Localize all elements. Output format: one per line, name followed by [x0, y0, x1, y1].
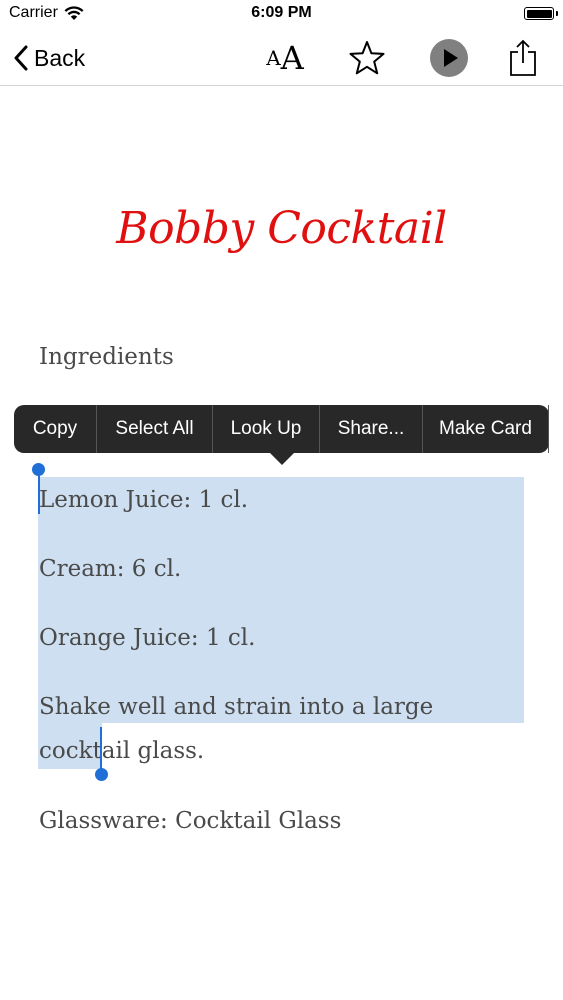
- chevron-left-icon: [14, 45, 28, 71]
- look-up-menu-item[interactable]: Look Up: [213, 405, 320, 453]
- share-button[interactable]: [503, 38, 543, 78]
- select-all-menu-item[interactable]: Select All: [97, 405, 213, 453]
- back-label: Back: [34, 44, 86, 71]
- battery-icon: [524, 7, 554, 20]
- ingredient-line[interactable]: Orange Juice: 1 cl.: [39, 616, 529, 660]
- star-icon: [349, 41, 385, 75]
- ingredient-line[interactable]: Lemon Juice: 1 cl.: [39, 478, 529, 522]
- status-bar: Carrier 6:09 PM: [0, 0, 563, 30]
- instructions-text[interactable]: Shake well and strain into a large cockt…: [39, 685, 529, 773]
- font-size-button[interactable]: A A: [259, 38, 311, 78]
- make-card-menu-item[interactable]: Make Card: [423, 405, 549, 453]
- recipe-title: Bobby Cocktail: [116, 203, 447, 254]
- font-size-large-icon: A: [280, 39, 304, 77]
- back-button[interactable]: Back: [14, 40, 85, 76]
- share-icon: [510, 39, 536, 76]
- font-size-small-icon: A: [266, 46, 281, 70]
- play-button[interactable]: [428, 38, 470, 78]
- status-time: 6:09 PM: [251, 4, 312, 21]
- favorite-button[interactable]: [346, 38, 388, 78]
- play-icon: [430, 39, 468, 77]
- ingredients-heading: Ingredients: [39, 344, 174, 370]
- selection-start-caret: [38, 470, 40, 514]
- glassware-text[interactable]: Glassware: Cocktail Glass: [39, 799, 529, 843]
- edit-menu-pointer: [269, 452, 295, 465]
- selection-end-caret: [100, 727, 102, 771]
- selection-end-handle[interactable]: [95, 768, 108, 781]
- battery-fill: [526, 9, 552, 18]
- navigation-bar: Back A A: [0, 30, 563, 86]
- edit-menu: Copy Select All Look Up Share... Make Ca…: [14, 405, 549, 465]
- ingredient-line[interactable]: Cream: 6 cl.: [39, 547, 529, 591]
- share-menu-item[interactable]: Share...: [320, 405, 423, 453]
- battery-tip: [556, 11, 558, 16]
- copy-menu-item[interactable]: Copy: [14, 405, 97, 453]
